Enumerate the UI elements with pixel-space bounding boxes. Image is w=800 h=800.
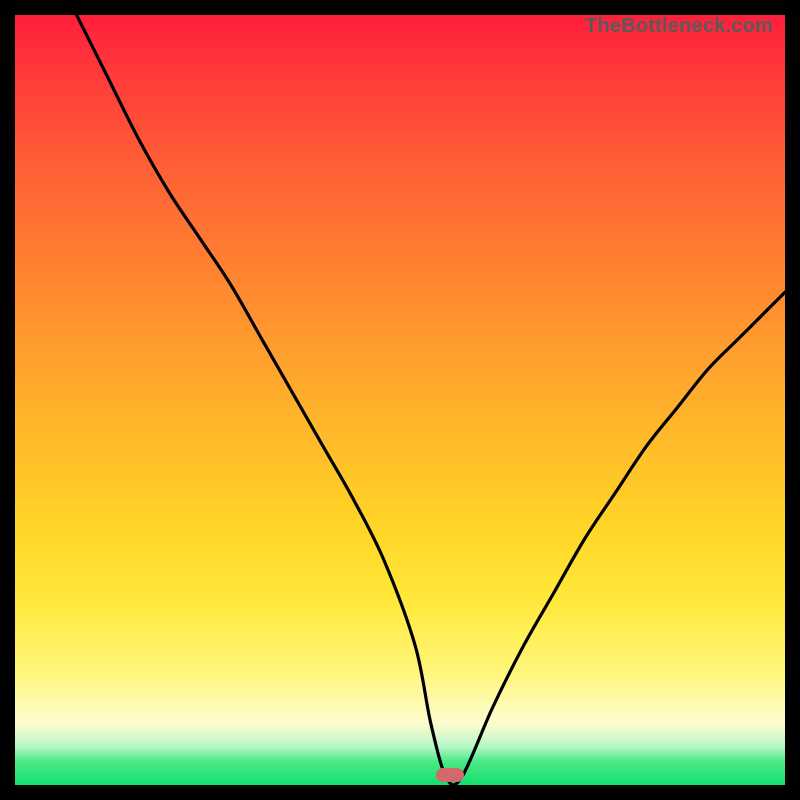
optimal-marker	[436, 768, 464, 782]
bottleneck-curve	[15, 15, 785, 785]
plot-area: TheBottleneck.com	[15, 15, 785, 785]
curve-path	[77, 15, 785, 785]
chart-frame: TheBottleneck.com	[0, 0, 800, 800]
